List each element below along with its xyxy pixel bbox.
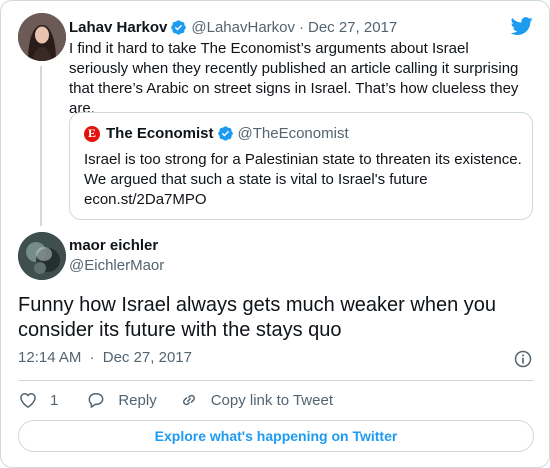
like-count: 1 bbox=[50, 391, 59, 409]
reply-bubble-icon bbox=[88, 393, 104, 408]
quoted-author-handle[interactable]: @TheEconomist bbox=[238, 125, 349, 142]
tweet-date[interactable]: Dec 27, 2017 bbox=[308, 19, 397, 36]
twitter-bird-icon[interactable] bbox=[510, 15, 534, 37]
divider bbox=[18, 380, 534, 381]
avatar-maor-eichler[interactable] bbox=[18, 232, 66, 280]
author-handle[interactable]: @LahavHarkov bbox=[191, 19, 295, 36]
separator-dot: · bbox=[299, 18, 304, 36]
quoted-author-name[interactable]: The Economist bbox=[106, 125, 214, 142]
author-handle[interactable]: @EichlerMaor bbox=[69, 257, 164, 274]
copy-link-button[interactable]: Copy link to Tweet bbox=[179, 390, 333, 410]
copy-link-label: Copy link to Tweet bbox=[210, 391, 333, 409]
link-icon bbox=[182, 394, 195, 406]
economist-logo-icon: E bbox=[84, 125, 100, 142]
tweet-time: 12:14 AM bbox=[18, 349, 82, 366]
tweet-timestamp[interactable]: 12:14 AM · Dec 27, 2017 bbox=[18, 349, 192, 366]
parent-tweet-text: I find it hard to take The Economist’s a… bbox=[69, 40, 519, 117]
tweet-actions: 1 Reply Copy link to Tweet bbox=[18, 389, 333, 411]
thread-connector-line bbox=[40, 66, 42, 226]
verified-badge-icon bbox=[217, 126, 233, 141]
separator-dot: · bbox=[89, 349, 95, 366]
tweet-date: Dec 27, 2017 bbox=[102, 349, 192, 366]
avatar-lahav-harkov[interactable] bbox=[18, 13, 66, 61]
heart-icon bbox=[20, 393, 36, 408]
main-tweet-text: Funny how Israel always gets much weaker… bbox=[18, 294, 497, 341]
quoted-tweet-text: Israel is too strong for a Palestinian s… bbox=[84, 151, 522, 208]
verified-badge-icon bbox=[171, 19, 187, 35]
author-name[interactable]: Lahav Harkov bbox=[69, 19, 167, 36]
reply-label: Reply bbox=[118, 391, 157, 409]
quoted-tweet-header: E The Economist @TheEconomist bbox=[84, 125, 349, 142]
info-icon[interactable] bbox=[513, 349, 533, 369]
explore-twitter-button[interactable]: Explore what's happening on Twitter bbox=[18, 420, 534, 452]
like-button[interactable]: 1 bbox=[18, 390, 58, 410]
quoted-tweet[interactable]: E The Economist @TheEconomist Israel is … bbox=[69, 112, 533, 220]
reply-button[interactable]: Reply bbox=[86, 390, 157, 410]
tweet-embed-card: Lahav Harkov @LahavHarkov · Dec 27, 2017… bbox=[0, 0, 550, 468]
author-name[interactable]: maor eichler bbox=[69, 237, 158, 254]
parent-tweet-header: Lahav Harkov @LahavHarkov · Dec 27, 2017 bbox=[69, 17, 397, 37]
